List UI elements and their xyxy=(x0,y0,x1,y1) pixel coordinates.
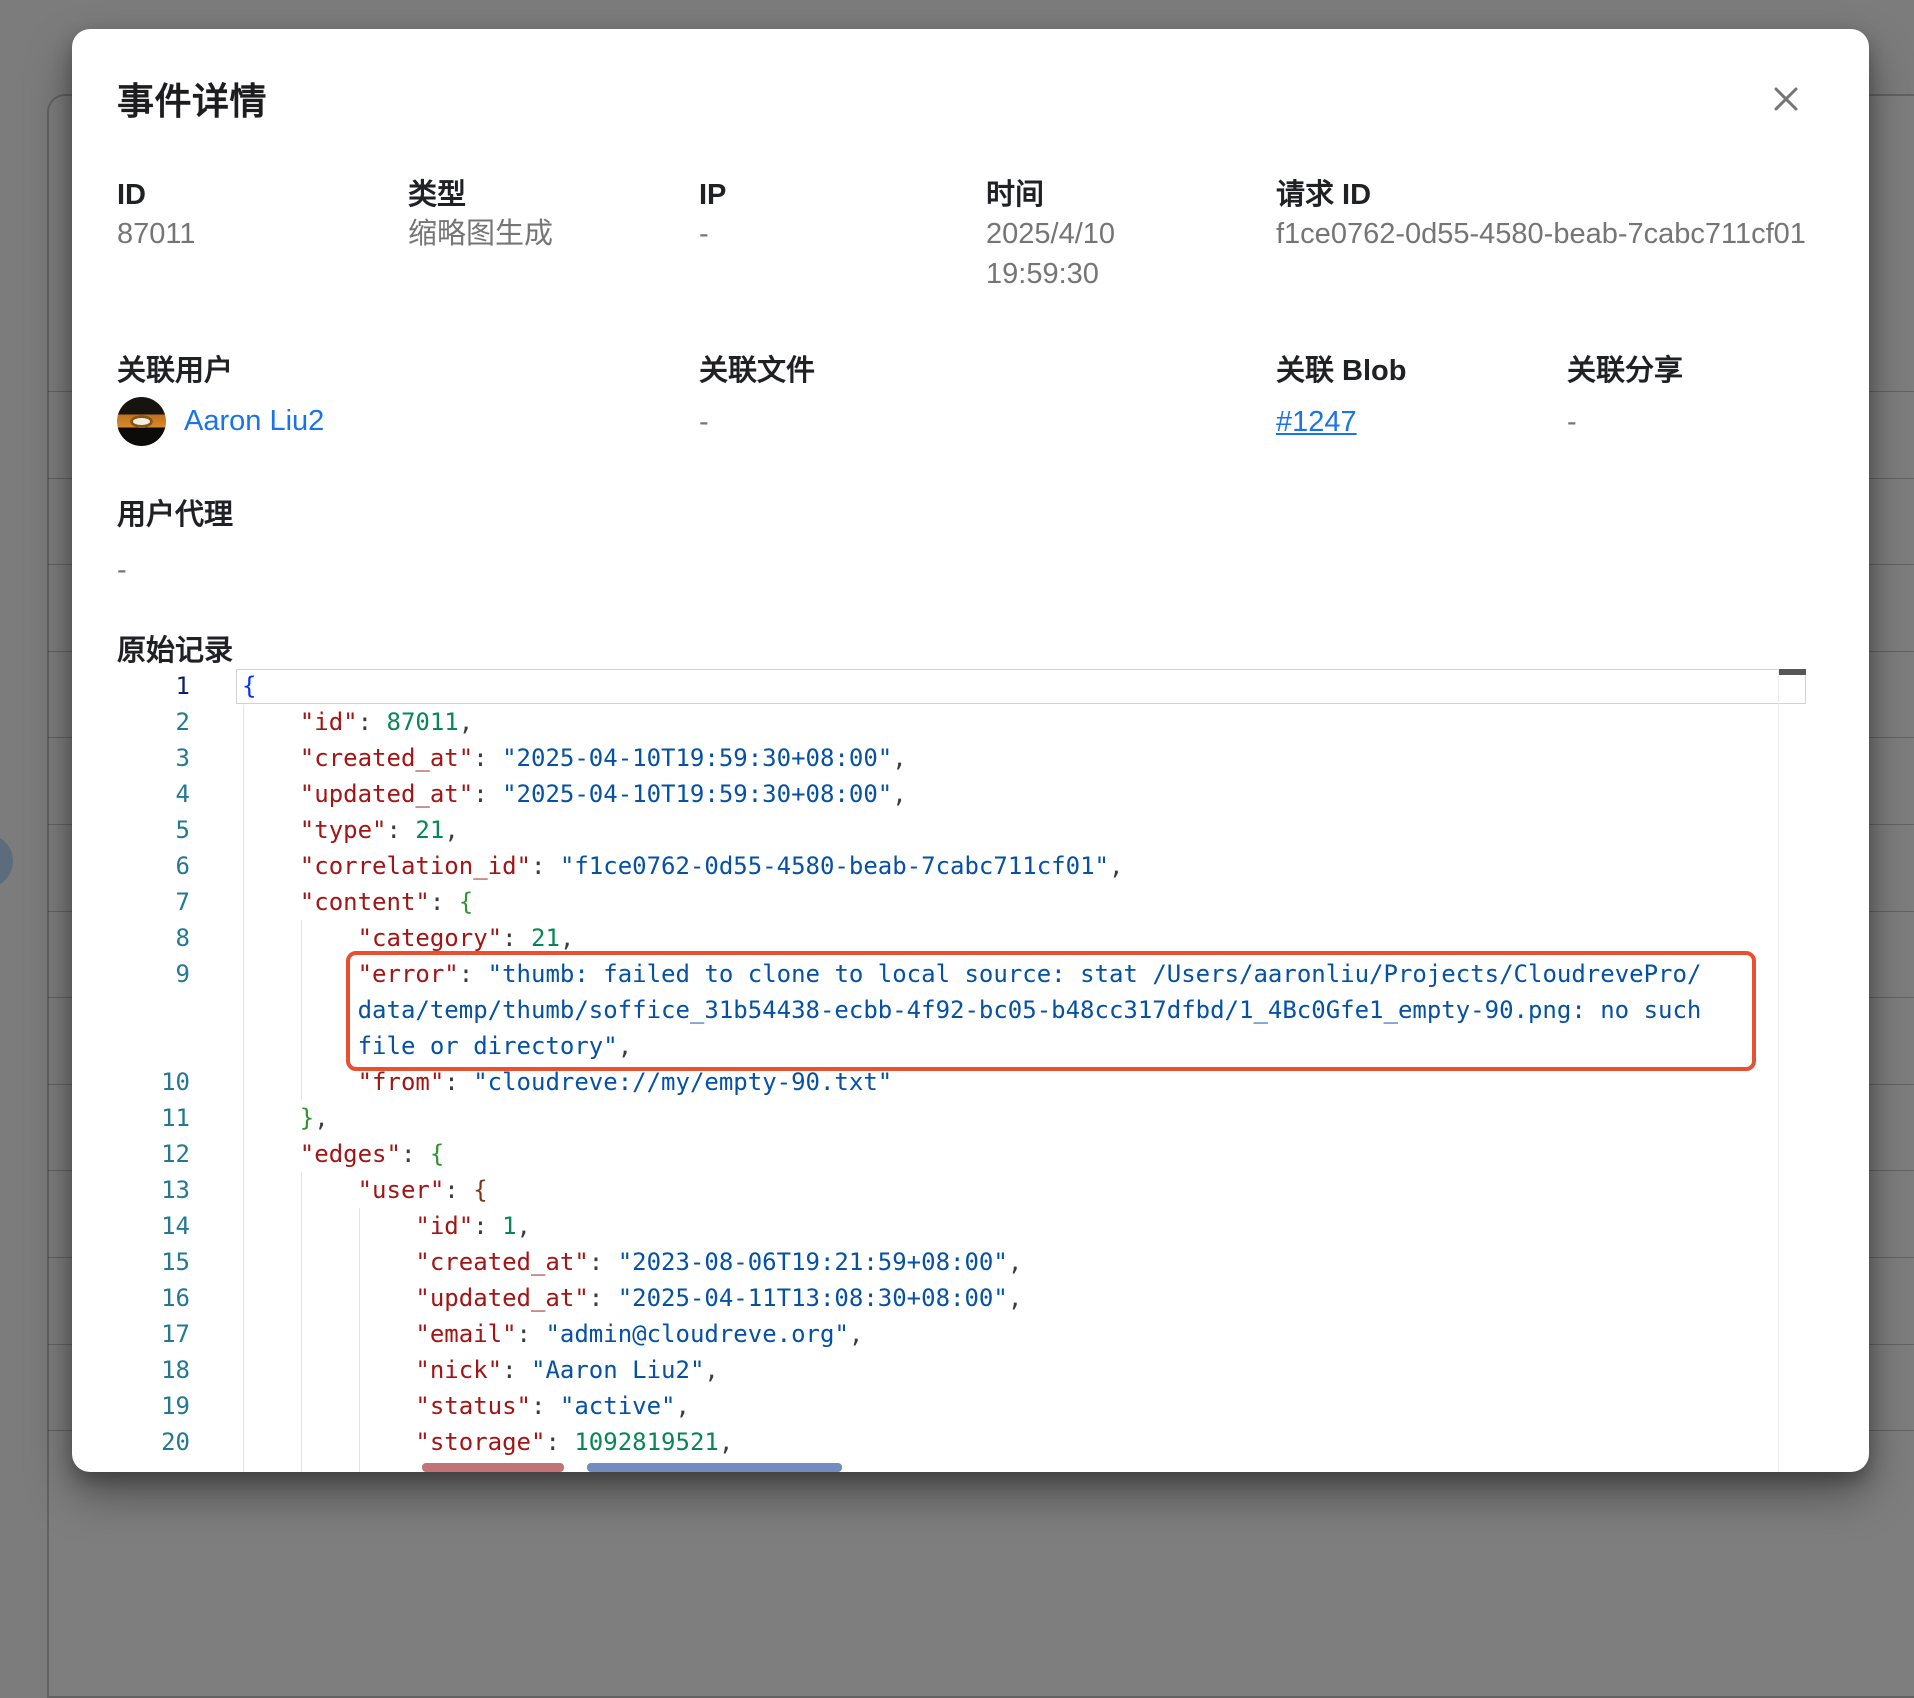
dialog-title: 事件详情 xyxy=(117,71,267,125)
field-value: - xyxy=(699,214,726,254)
code-row: 10 "from": "cloudreve://my/empty-90.txt" xyxy=(117,1064,1809,1100)
related-blob-link[interactable]: #1247 xyxy=(1276,406,1357,438)
field-id: ID 87011 xyxy=(117,179,196,254)
field-value: f1ce0762-0d55-4580-beab-7cabc711cf01 xyxy=(1276,214,1806,254)
field-label: IP xyxy=(699,179,726,211)
clipped-line-fragment xyxy=(422,1463,564,1472)
event-details-dialog: 事件详情 ID 87011 类型 缩略图生成 IP - 时间 2025/4/10… xyxy=(72,29,1869,1472)
code-row: 7 "content": { xyxy=(117,884,1809,920)
field-request-id: 请求 ID f1ce0762-0d55-4580-beab-7cabc711cf… xyxy=(1276,179,1806,254)
code-row: 9 "error": "thumb: failed to clone to lo… xyxy=(117,956,1809,992)
code-row: file or directory", xyxy=(117,1028,1809,1064)
field-time: 时间 2025/4/10 19:59:30 xyxy=(986,179,1216,294)
raw-record-section: 原始记录 xyxy=(117,635,233,667)
field-user-agent: 用户代理 - xyxy=(117,499,233,590)
field-value: 缩略图生成 xyxy=(408,214,553,254)
raw-record-code-editor[interactable]: 1{2 "id": 87011,3 "created_at": "2025-04… xyxy=(117,668,1809,1472)
field-related-file: 关联文件 - xyxy=(699,355,815,442)
field-label: 类型 xyxy=(408,179,553,211)
code-row: 16 "updated_at": "2025-04-11T13:08:30+08… xyxy=(117,1280,1809,1316)
field-related-blob: 关联 Blob #1247 xyxy=(1276,355,1407,442)
field-label: 请求 ID xyxy=(1276,179,1806,211)
close-button[interactable] xyxy=(1760,73,1812,125)
code-lines: 1{2 "id": 87011,3 "created_at": "2025-04… xyxy=(117,668,1809,1460)
code-row: data/temp/thumb/soffice_31b54438-ecbb-4f… xyxy=(117,992,1809,1028)
code-row: 4 "updated_at": "2025-04-10T19:59:30+08:… xyxy=(117,776,1809,812)
code-row: 14 "id": 1, xyxy=(117,1208,1809,1244)
field-value: 87011 xyxy=(117,214,196,254)
field-value: - xyxy=(699,402,815,442)
field-ip: IP - xyxy=(699,179,726,254)
field-label: 关联文件 xyxy=(699,355,815,387)
field-label: 关联 Blob xyxy=(1276,355,1407,387)
code-row: 18 "nick": "Aaron Liu2", xyxy=(117,1352,1809,1388)
field-label: 用户代理 xyxy=(117,499,233,531)
code-row: 17 "email": "admin@cloudreve.org", xyxy=(117,1316,1809,1352)
related-user-link[interactable]: Aaron Liu2 xyxy=(184,405,324,438)
field-label: 关联用户 xyxy=(117,355,324,387)
raw-record-label: 原始记录 xyxy=(117,635,233,667)
field-value: 2025/4/10 19:59:30 xyxy=(986,214,1216,294)
code-row: 12 "edges": { xyxy=(117,1136,1809,1172)
code-row: 20 "storage": 1092819521, xyxy=(117,1424,1809,1460)
field-value: - xyxy=(117,550,233,590)
field-related-user: 关联用户 Aaron Liu2 xyxy=(117,355,324,446)
field-label: 时间 xyxy=(986,179,1216,211)
user-avatar[interactable] xyxy=(117,397,166,446)
field-value: - xyxy=(1567,402,1683,442)
field-label: 关联分享 xyxy=(1567,355,1683,387)
code-row: 19 "status": "active", xyxy=(117,1388,1809,1424)
code-row: 6 "correlation_id": "f1ce0762-0d55-4580-… xyxy=(117,848,1809,884)
field-type: 类型 缩略图生成 xyxy=(408,179,553,254)
code-row: 8 "category": 21, xyxy=(117,920,1809,956)
code-row: 5 "type": 21, xyxy=(117,812,1809,848)
close-icon xyxy=(1770,83,1802,115)
clipped-line-fragment xyxy=(587,1463,842,1472)
code-row: 2 "id": 87011, xyxy=(117,704,1809,740)
code-row: 1{ xyxy=(117,668,1809,704)
editor-scrollbar-track xyxy=(1778,668,1779,1472)
code-row: 15 "created_at": "2023-08-06T19:21:59+08… xyxy=(117,1244,1809,1280)
field-related-share: 关联分享 - xyxy=(1567,355,1683,442)
code-row: 3 "created_at": "2025-04-10T19:59:30+08:… xyxy=(117,740,1809,776)
editor-scrollbar-thumb[interactable] xyxy=(1779,669,1806,675)
field-label: ID xyxy=(117,179,196,211)
code-row: 13 "user": { xyxy=(117,1172,1809,1208)
code-row: 11 }, xyxy=(117,1100,1809,1136)
background-fab xyxy=(0,834,13,888)
